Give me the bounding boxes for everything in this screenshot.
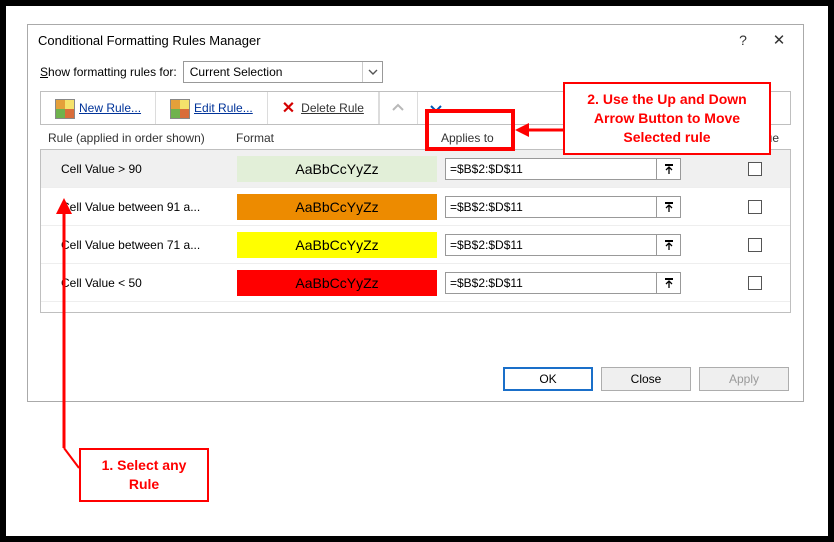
applies-to-input[interactable]	[445, 234, 657, 256]
range-picker-button[interactable]	[657, 234, 681, 256]
delete-rule-label: Delete Rule	[301, 101, 364, 115]
close-button[interactable]: ✕	[761, 31, 797, 49]
rule-format-preview: AaBbCcYyZz	[237, 156, 437, 182]
show-rules-value: Current Selection	[190, 65, 283, 79]
conditional-format-icon	[55, 99, 73, 117]
header-format: Format	[236, 131, 441, 145]
chevron-down-icon	[362, 62, 378, 82]
edit-rule-button[interactable]: Edit Rule...	[156, 92, 268, 124]
rule-format-preview: AaBbCcYyZz	[237, 194, 437, 220]
applies-to-input[interactable]	[445, 196, 657, 218]
range-picker-button[interactable]	[657, 272, 681, 294]
annotation-highlight-arrows	[425, 109, 515, 151]
show-rules-dropdown[interactable]: Current Selection	[183, 61, 383, 83]
delete-rule-button[interactable]: ✕ Delete Rule	[268, 92, 379, 124]
rule-format-preview: AaBbCcYyZz	[237, 270, 437, 296]
rule-text: Cell Value between 91 a...	[61, 200, 237, 214]
help-button[interactable]: ?	[725, 32, 761, 48]
annotation-callout-bottom: 1. Select any Rule	[79, 448, 209, 502]
move-up-button[interactable]	[379, 92, 417, 124]
conditional-format-icon	[170, 99, 188, 117]
new-rule-label: New Rule...	[79, 101, 141, 115]
rule-text: Cell Value between 71 a...	[61, 238, 237, 252]
rule-text: Cell Value > 90	[61, 162, 237, 176]
applies-to-input[interactable]	[445, 272, 657, 294]
footer: OK Close Apply	[503, 367, 789, 391]
stop-if-true-checkbox[interactable]	[748, 238, 762, 252]
rule-row[interactable]: Cell Value between 71 a... AaBbCcYyZz	[41, 226, 790, 264]
rule-row[interactable]: Cell Value > 90 AaBbCcYyZz	[41, 150, 790, 188]
show-rules-label: Show formatting rules for:	[40, 65, 177, 79]
rule-row[interactable]: Cell Value < 50 AaBbCcYyZz	[41, 264, 790, 302]
stop-if-true-checkbox[interactable]	[748, 200, 762, 214]
rules-list: Cell Value > 90 AaBbCcYyZz Cell Value be…	[40, 149, 791, 313]
applies-to-input[interactable]	[445, 158, 657, 180]
close-dialog-button[interactable]: Close	[601, 367, 691, 391]
dialog: Conditional Formatting Rules Manager ? ✕…	[27, 24, 804, 402]
stop-if-true-checkbox[interactable]	[748, 276, 762, 290]
header-rule: Rule (applied in order shown)	[44, 131, 236, 145]
annotation-arrow-bottom	[44, 198, 84, 450]
delete-icon: ✕	[282, 98, 295, 118]
new-rule-button[interactable]: New Rule...	[41, 92, 156, 124]
edit-rule-label: Edit Rule...	[194, 101, 253, 115]
ok-button[interactable]: OK	[503, 367, 593, 391]
rule-text: Cell Value < 50	[61, 276, 237, 290]
rule-row[interactable]: Cell Value between 91 a... AaBbCcYyZz	[41, 188, 790, 226]
titlebar: Conditional Formatting Rules Manager ? ✕	[28, 25, 803, 55]
dialog-title: Conditional Formatting Rules Manager	[38, 33, 725, 48]
apply-button[interactable]: Apply	[699, 367, 789, 391]
stop-if-true-checkbox[interactable]	[748, 162, 762, 176]
range-picker-button[interactable]	[657, 196, 681, 218]
range-picker-button[interactable]	[657, 158, 681, 180]
annotation-callout-top: 2. Use the Up and Down Arrow Button to M…	[563, 82, 771, 155]
annotation-arrow-top	[515, 120, 565, 140]
rule-format-preview: AaBbCcYyZz	[237, 232, 437, 258]
